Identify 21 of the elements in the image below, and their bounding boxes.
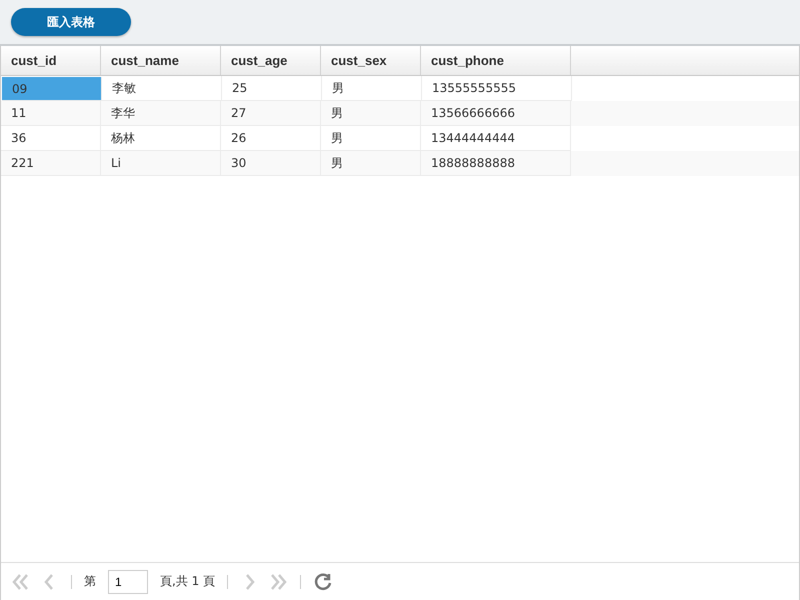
refresh-icon[interactable]: [313, 572, 334, 592]
table-cell[interactable]: 13566666666: [421, 101, 571, 126]
page-count: 頁,共 1 頁: [160, 573, 216, 590]
page-label: 第: [84, 573, 96, 590]
import-button[interactable]: 匯入表格: [11, 8, 131, 36]
table-cell[interactable]: 男: [321, 101, 421, 126]
table-cell[interactable]: 18888888888: [421, 151, 571, 176]
table-cell[interactable]: 09: [2, 77, 102, 101]
table-cell[interactable]: 221: [1, 151, 101, 176]
page-input[interactable]: 1: [108, 570, 148, 594]
table-cell[interactable]: Li: [101, 151, 221, 176]
table-cell[interactable]: 男: [321, 151, 421, 176]
column-header[interactable]: cust_phone: [421, 46, 571, 75]
column-header[interactable]: cust_id: [1, 46, 101, 75]
column-header[interactable]: cust_sex: [321, 46, 421, 75]
table-cell[interactable]: 11: [1, 101, 101, 126]
table-cell[interactable]: 李华: [101, 101, 221, 126]
table-cell[interactable]: 27: [221, 101, 321, 126]
column-header[interactable]: cust_name: [101, 46, 221, 75]
column-header[interactable]: cust_age: [221, 46, 321, 75]
table-cell[interactable]: 30: [221, 151, 321, 176]
